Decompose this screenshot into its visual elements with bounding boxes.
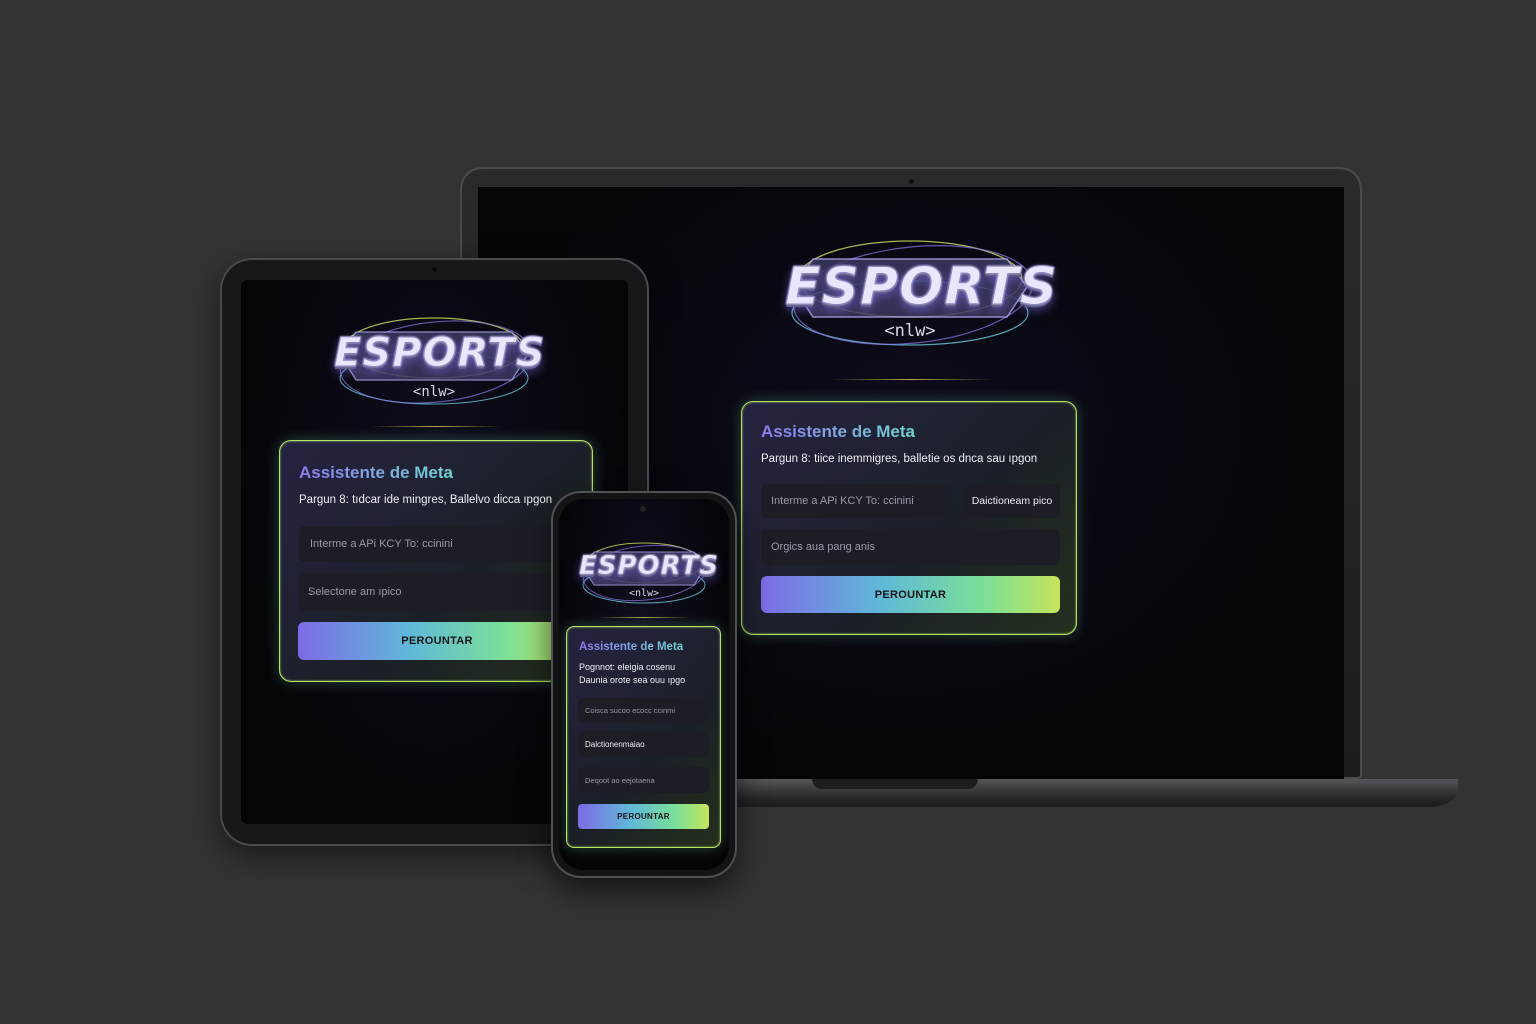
api-key-input[interactable]: Interme a APi KCY To: ccinini — [761, 484, 951, 518]
phone-screen: ESPORTS <nlw> Assistente de Meta Pognnot… — [559, 499, 729, 870]
card-title: Assistente de Meta — [579, 641, 684, 653]
meta-assistant-card: Assistente de Meta Pognnot: eleigia cose… — [566, 626, 721, 848]
meta-assistant-card: Assistente de Meta Pargun 8: tıdcar ide … — [279, 440, 593, 682]
logo-wordmark: ESPORTS — [579, 551, 719, 582]
logo-wordmark: ESPORTS — [785, 257, 1058, 318]
camera-icon — [432, 267, 437, 272]
card-subtitle-line1: Pognnot: eleigia cosenu — [579, 662, 676, 672]
question-input[interactable]: Orgics aua pang anis — [761, 529, 1060, 565]
logo-wordmark: ESPORTS — [334, 330, 546, 377]
card-title: Assistente de Meta — [299, 463, 453, 482]
divider — [371, 426, 501, 427]
game-select[interactable]: Selectone am ıpico — [299, 573, 575, 611]
divider — [599, 617, 689, 618]
game-select[interactable]: Daictioneam pico — [964, 484, 1060, 518]
esports-logo: ESPORTS <nlw> — [785, 217, 1058, 357]
submit-button[interactable]: PEROUNTAR — [578, 804, 709, 829]
api-key-input[interactable]: Coisca sucoo ecocc ccinmi — [578, 698, 709, 723]
divider — [830, 379, 992, 380]
card-subtitle-line2: Daunia orote sea ouu ıpgo — [579, 675, 686, 685]
trackpad-notch — [812, 779, 978, 789]
card-subtitle: Pargun 8: tiice inemmigres, balletie os … — [761, 453, 1038, 465]
camera-icon — [640, 506, 646, 512]
question-input[interactable]: Deqoot ao eejotaena — [578, 767, 709, 793]
meta-assistant-card: Assistente de Meta Pargun 8: tiice inemm… — [741, 401, 1077, 635]
esports-logo: ESPORTS <nlw> — [579, 529, 719, 609]
camera-icon — [909, 179, 914, 184]
card-title: Assistente de Meta — [761, 422, 915, 441]
phone-device: ESPORTS <nlw> Assistente de Meta Pognnot… — [551, 491, 737, 878]
logo-tag: <nlw> — [628, 588, 660, 599]
api-key-input[interactable]: Interme a APi KCY To: ccinini — [299, 526, 575, 562]
logo-tag: <nlw> — [412, 384, 456, 400]
esports-logo: ESPORTS <nlw> — [334, 298, 546, 413]
submit-button[interactable]: PEROUNTAR — [298, 622, 576, 660]
submit-button[interactable]: PEROUNTAR — [761, 576, 1060, 613]
game-select[interactable]: Dalctionenmaiao — [578, 731, 709, 757]
logo-tag: <nlw> — [884, 321, 936, 341]
card-subtitle: Pargun 8: tıdcar ide mingres, Ballelvo d… — [299, 494, 553, 506]
